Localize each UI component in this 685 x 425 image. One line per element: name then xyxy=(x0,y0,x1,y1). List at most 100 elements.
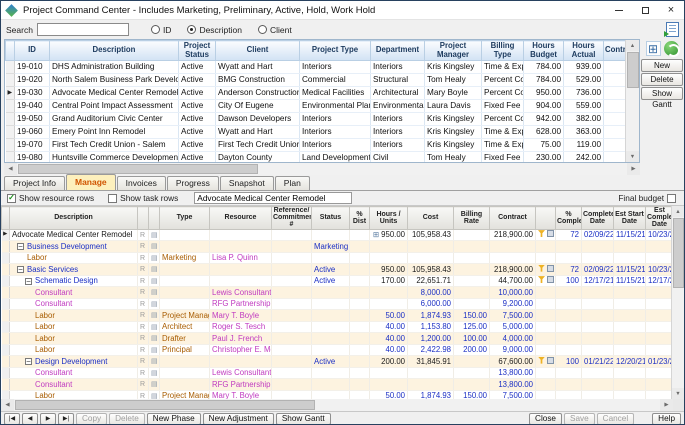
cell-pct[interactable] xyxy=(556,321,582,333)
cell-res[interactable]: Mary T. Boyle xyxy=(210,390,272,399)
cell-dist[interactable] xyxy=(350,356,370,368)
cell-hours[interactable]: ⊞950.00 xyxy=(370,229,408,241)
column-header[interactable]: Status xyxy=(312,207,350,230)
cell-res[interactable]: Mary T. Boyle xyxy=(210,310,272,322)
search-input[interactable] xyxy=(37,23,129,36)
cell-ref[interactable] xyxy=(272,275,312,287)
cell-type[interactable]: Architect xyxy=(160,321,210,333)
column-header[interactable]: % Complete xyxy=(556,207,582,230)
cell-hours[interactable]: 200.00 xyxy=(370,356,408,368)
cell-r[interactable]: R xyxy=(138,390,149,399)
cell-estart[interactable] xyxy=(614,344,646,356)
cell-estart[interactable]: 12/20/21 xyxy=(614,356,646,368)
cell-note[interactable]: ▤ xyxy=(149,241,160,253)
column-header[interactable]: ID xyxy=(15,41,50,61)
cell[interactable]: 529.00 xyxy=(564,74,604,87)
expand-collapse-box[interactable]: − xyxy=(17,243,24,250)
cell-ecompl[interactable] xyxy=(646,287,672,299)
cell[interactable]: 19-060 xyxy=(15,126,50,139)
cell[interactable]: Kris Kingsley xyxy=(425,126,482,139)
cell-icons[interactable] xyxy=(536,264,556,276)
cell-icons[interactable] xyxy=(536,298,556,310)
cell[interactable]: 19-020 xyxy=(15,74,50,87)
cell-pct[interactable] xyxy=(556,379,582,391)
cell-note[interactable]: ▤ xyxy=(149,252,160,264)
cell-pct[interactable] xyxy=(556,287,582,299)
cell-ecompl[interactable] xyxy=(646,241,672,253)
column-header[interactable]: Complete Date xyxy=(582,207,614,230)
cell[interactable]: Percent Co... xyxy=(482,113,524,126)
cell-ref[interactable] xyxy=(272,287,312,299)
cell-estart[interactable] xyxy=(614,287,646,299)
cell-dist[interactable] xyxy=(350,287,370,299)
new-adjustment-button[interactable]: New Adjustment xyxy=(203,413,274,425)
cell-r[interactable]: R xyxy=(138,321,149,333)
cell-rate[interactable] xyxy=(454,241,490,253)
cell-pct[interactable]: 100 xyxy=(556,275,582,287)
column-header[interactable]: Billing Rate xyxy=(454,207,490,230)
expand-collapse-box[interactable]: − xyxy=(25,358,32,365)
project-name-field[interactable] xyxy=(194,192,352,204)
table-row[interactable]: ▶Advocate Medical Center RemodelR▤⊞950.0… xyxy=(2,229,672,241)
cell-r[interactable]: R xyxy=(138,287,149,299)
vscroll-track[interactable] xyxy=(626,51,640,151)
cell[interactable]: Anderson Construction xyxy=(216,87,300,100)
cell[interactable] xyxy=(604,74,626,87)
grid-icon[interactable] xyxy=(547,357,554,364)
cell[interactable]: Grand Auditorium Civic Center xyxy=(50,113,179,126)
cell-note[interactable]: ▤ xyxy=(149,298,160,310)
cell[interactable]: BMG Construction xyxy=(216,74,300,87)
cell-estart[interactable] xyxy=(614,390,646,399)
cell-desc[interactable]: Labor xyxy=(10,390,138,399)
cell-ref[interactable] xyxy=(272,390,312,399)
cell-hours[interactable] xyxy=(370,287,408,299)
cell-type[interactable]: Marketing xyxy=(160,252,210,264)
hscroll-thumb[interactable] xyxy=(15,400,315,410)
help-button[interactable]: Help xyxy=(652,413,681,425)
radio-id[interactable]: ID xyxy=(151,25,172,35)
notes-icon[interactable]: ▤ xyxy=(151,232,158,239)
cell-res[interactable] xyxy=(210,229,272,241)
cell-cdate[interactable]: 02/09/22 xyxy=(582,229,614,241)
cell-r[interactable]: R xyxy=(138,344,149,356)
cell-type[interactable]: Drafter xyxy=(160,333,210,345)
cell-cdate[interactable] xyxy=(582,367,614,379)
cell-hours[interactable]: 40.00 xyxy=(370,321,408,333)
scroll-up-icon[interactable]: ▲ xyxy=(626,40,640,51)
cell-rate[interactable] xyxy=(454,275,490,287)
cell[interactable]: Architectural xyxy=(371,87,425,100)
cell-cdate[interactable] xyxy=(582,390,614,399)
cell-status[interactable] xyxy=(312,287,350,299)
cell-desc[interactable]: Labor xyxy=(10,344,138,356)
cell-status[interactable]: Marketing xyxy=(312,241,350,253)
cell-rate[interactable]: 150.00 xyxy=(454,390,490,399)
show-gantt-button[interactable]: Show Gantt xyxy=(276,413,331,425)
cell-icons[interactable] xyxy=(536,344,556,356)
cell-estart[interactable] xyxy=(614,379,646,391)
cell[interactable]: Active xyxy=(179,152,216,163)
cell-contract[interactable] xyxy=(490,252,536,264)
show-task-rows-option[interactable]: Show task rows xyxy=(108,193,178,203)
cell-desc[interactable]: Labor xyxy=(10,321,138,333)
cell[interactable]: Active xyxy=(179,100,216,113)
cell-res[interactable] xyxy=(210,264,272,276)
cell-icons[interactable] xyxy=(536,310,556,322)
cell-note[interactable]: ▤ xyxy=(149,333,160,345)
cell-dist[interactable] xyxy=(350,390,370,399)
tab-project-info[interactable]: Project Info xyxy=(4,176,65,190)
cell-rate[interactable]: 150.00 xyxy=(454,310,490,322)
cell[interactable] xyxy=(604,152,626,163)
cell-status[interactable] xyxy=(312,333,350,345)
cell[interactable]: 736.00 xyxy=(564,87,604,100)
cell-estart[interactable]: 11/15/21 xyxy=(614,229,646,241)
table-row[interactable]: −Basic ServicesR▤Active950.00105,958.432… xyxy=(2,264,672,276)
cell-cost[interactable] xyxy=(408,367,454,379)
column-header[interactable]: Est Completion Date xyxy=(646,207,672,230)
notes-icon[interactable]: ▤ xyxy=(151,278,158,285)
cell[interactable]: Active xyxy=(179,126,216,139)
refresh-icon[interactable] xyxy=(664,41,679,56)
cell-desc[interactable]: −Design Development xyxy=(10,356,138,368)
table-row[interactable]: LaborR▤Project ManagerMary T. Boyle50.00… xyxy=(2,310,672,322)
cell-pct[interactable] xyxy=(556,252,582,264)
notes-icon[interactable]: ▤ xyxy=(151,381,158,388)
